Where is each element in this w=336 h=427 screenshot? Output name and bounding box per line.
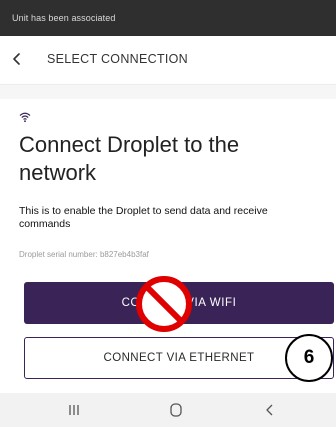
toast-notification: Unit has been associated bbox=[0, 0, 336, 36]
chevron-left-icon bbox=[13, 53, 20, 65]
section-divider bbox=[0, 85, 336, 99]
serial-label: Droplet serial number: bbox=[19, 250, 98, 259]
back-icon[interactable] bbox=[262, 402, 278, 418]
connect-description: This is to enable the Droplet to send da… bbox=[19, 205, 268, 230]
no-entry-icon bbox=[136, 276, 192, 332]
serial-number: Droplet serial number: b827eb4b3faf bbox=[19, 250, 149, 259]
home-icon[interactable] bbox=[168, 402, 184, 418]
wifi-icon bbox=[19, 110, 31, 123]
toast-message: Unit has been associated bbox=[12, 13, 116, 23]
serial-value: b827eb4b3faf bbox=[99, 250, 149, 259]
recent-apps-icon[interactable] bbox=[66, 402, 82, 418]
app-bar: SELECT CONNECTION bbox=[0, 36, 336, 85]
connect-heading: Connect Droplet to the network bbox=[19, 132, 240, 185]
system-nav-bar bbox=[0, 393, 336, 427]
back-button[interactable] bbox=[9, 51, 25, 67]
step-number-badge: 6 bbox=[285, 334, 333, 382]
page-title: SELECT CONNECTION bbox=[47, 52, 189, 66]
